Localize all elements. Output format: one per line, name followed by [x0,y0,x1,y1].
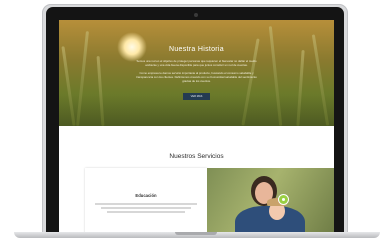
card-text-line [95,203,197,205]
laptop-notch [175,232,217,235]
service-photo [207,168,334,234]
hero-paragraph-line: ambiente y una vida buena disponible par… [145,63,248,67]
hero-title: Nuestra Historia [169,46,224,53]
services-title: Nuestros Servicios [169,153,224,160]
card-text-line [101,207,191,209]
wheat-stalk [61,46,76,126]
hero-more-button[interactable]: VER MAS [183,93,210,100]
hero-section: Nuestra Historia Somos una red en el obj… [59,20,334,126]
service-card-education[interactable]: Educación [85,168,207,234]
camera-icon [194,13,198,17]
service-card-title: Educación [135,193,157,198]
card-text-line [107,211,185,213]
website-screen: Nuestra Historia Somos una red en el obj… [59,20,334,234]
chat-bubble-dot [282,198,285,201]
hero-paragraph-line: gracias de los cuentos. [182,79,211,83]
